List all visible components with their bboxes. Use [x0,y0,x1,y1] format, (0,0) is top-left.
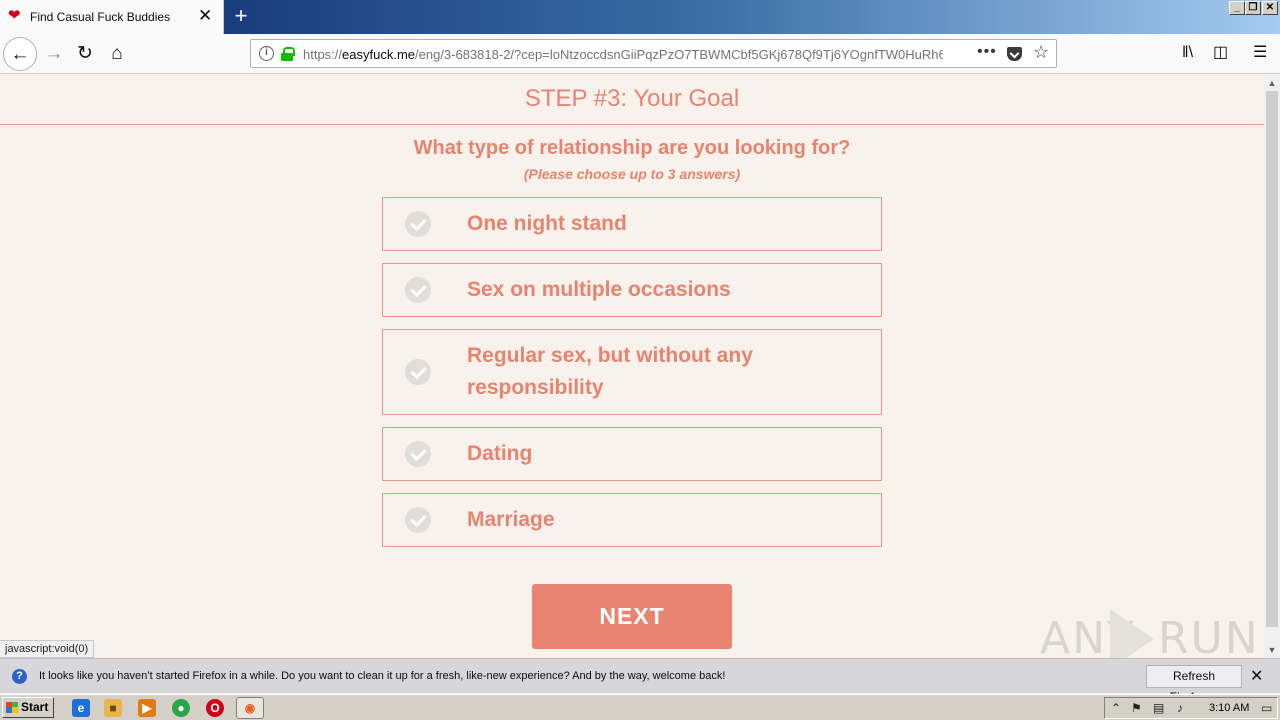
divider [0,124,1264,125]
notification-message: It looks like you haven’t started Firefo… [39,670,726,682]
start-button[interactable]: Start [2,697,54,718]
minimize-button[interactable]: _ [1229,1,1245,15]
restore-button[interactable]: ❐ [1245,1,1261,15]
option-label: One night stand [467,212,627,235]
pocket-icon[interactable] [1007,47,1022,61]
answer-hint: (Please choose up to 3 answers) [523,166,741,182]
scroll-up-icon[interactable]: ▲ [1264,75,1280,91]
sidebar-icon[interactable]: ◫ [1213,43,1228,63]
option-label: Marriage [467,508,555,531]
option-label: Sex on multiple occasions [467,278,731,301]
option-marriage[interactable]: Marriage [382,493,882,547]
window-close-button[interactable]: ✕ [1262,1,1278,15]
new-tab-button[interactable]: + [230,4,252,28]
web-content: STEP #3: Your Goal What type of relation… [0,75,1264,658]
taskbar: Start e ■ ▶ ● O ◉ ⌃ ⚑ ▤ ♪ 3:10 AM ▭ [0,694,1280,720]
show-desktop-icon[interactable]: ▭ [1261,701,1272,715]
opera-icon[interactable]: O [206,699,224,717]
scroll-down-icon[interactable]: ▼ [1264,642,1280,658]
chrome-icon[interactable]: ● [172,699,190,717]
clock: 3:10 AM [1209,702,1250,714]
help-icon: ? [12,669,27,684]
checkmark-icon [405,277,431,303]
checkmark-icon [405,441,431,467]
vertical-scrollbar[interactable]: ▲ ▼ [1264,75,1280,658]
option-one-night-stand[interactable]: One night stand [382,197,882,251]
bookmark-star-icon[interactable]: ☆ [1033,42,1049,63]
option-label: Regular sex, but without any responsibil… [467,344,753,399]
option-sex-multiple-occasions[interactable]: Sex on multiple occasions [382,263,882,317]
media-player-icon[interactable]: ▶ [138,699,156,717]
url-path: /eng/3-683818-2/?cep=loNtzoccdsnGiiPqzPz… [415,47,943,62]
url-text[interactable]: https://easyfuck.me/eng/3-683818-2/?cep=… [303,47,943,62]
option-label: Dating [467,442,533,465]
navigation-toolbar: ← → ↻ ⌂ i https://easyfuck.me/eng/3-6838… [0,34,1280,74]
step-title: STEP #3: Your Goal [524,85,740,112]
flag-icon[interactable]: ⚑ [1131,701,1142,715]
active-tab[interactable]: ❤ Find Casual Fuck Buddies ✕ [0,0,224,34]
close-tab-icon[interactable]: ✕ [198,7,212,25]
page-actions-icon[interactable]: ••• [977,43,997,61]
lock-icon [281,47,295,61]
checkmark-icon [405,507,431,533]
checkmark-icon [405,359,431,385]
ie-icon[interactable]: e [72,699,90,717]
tray-expand-icon[interactable]: ⌃ [1111,701,1121,715]
close-notification-icon[interactable]: ✕ [1250,666,1263,686]
volume-icon[interactable]: ♪ [1177,701,1183,715]
system-tray: ⌃ ⚑ ▤ ♪ 3:10 AM ▭ [1104,697,1278,719]
menu-icon[interactable]: ☰ [1253,43,1267,63]
network-icon[interactable]: ▤ [1153,701,1164,715]
refresh-firefox-button[interactable]: Refresh Firefox… [1146,665,1242,704]
checkmark-icon [405,211,431,237]
folder-icon[interactable]: ■ [104,699,122,717]
info-icon[interactable]: i [259,46,274,61]
url-host: easyfuck.me [342,47,416,62]
back-button[interactable]: ← [3,37,37,71]
windows-logo-icon [6,702,18,713]
heart-icon: ❤ [8,7,21,24]
notification-bar: ? It looks like you haven’t started Fire… [0,658,1280,704]
library-icon[interactable]: ‖\ [1182,43,1193,63]
tab-title: Find Casual Fuck Buddies [30,10,171,24]
home-button[interactable]: ⌂ [100,37,134,71]
question-heading: What type of relationship are you lookin… [413,137,851,159]
title-bar: ❤ Find Casual Fuck Buddies ✕ + _ ❐ ✕ [0,0,1280,34]
url-bar[interactable]: i https://easyfuck.me/eng/3-683818-2/?ce… [250,39,1057,68]
next-button[interactable]: NEXT [532,584,732,649]
forward-button[interactable]: → [37,37,71,71]
option-dating[interactable]: Dating [382,427,882,481]
scroll-thumb[interactable] [1266,91,1278,627]
option-regular-sex[interactable]: Regular sex, but without any responsibil… [382,329,882,415]
status-bar-link: javascript:void(0) [0,640,95,658]
firefox-taskbar-button[interactable]: ◉ [236,697,264,719]
reload-button[interactable]: ↻ [68,37,102,71]
